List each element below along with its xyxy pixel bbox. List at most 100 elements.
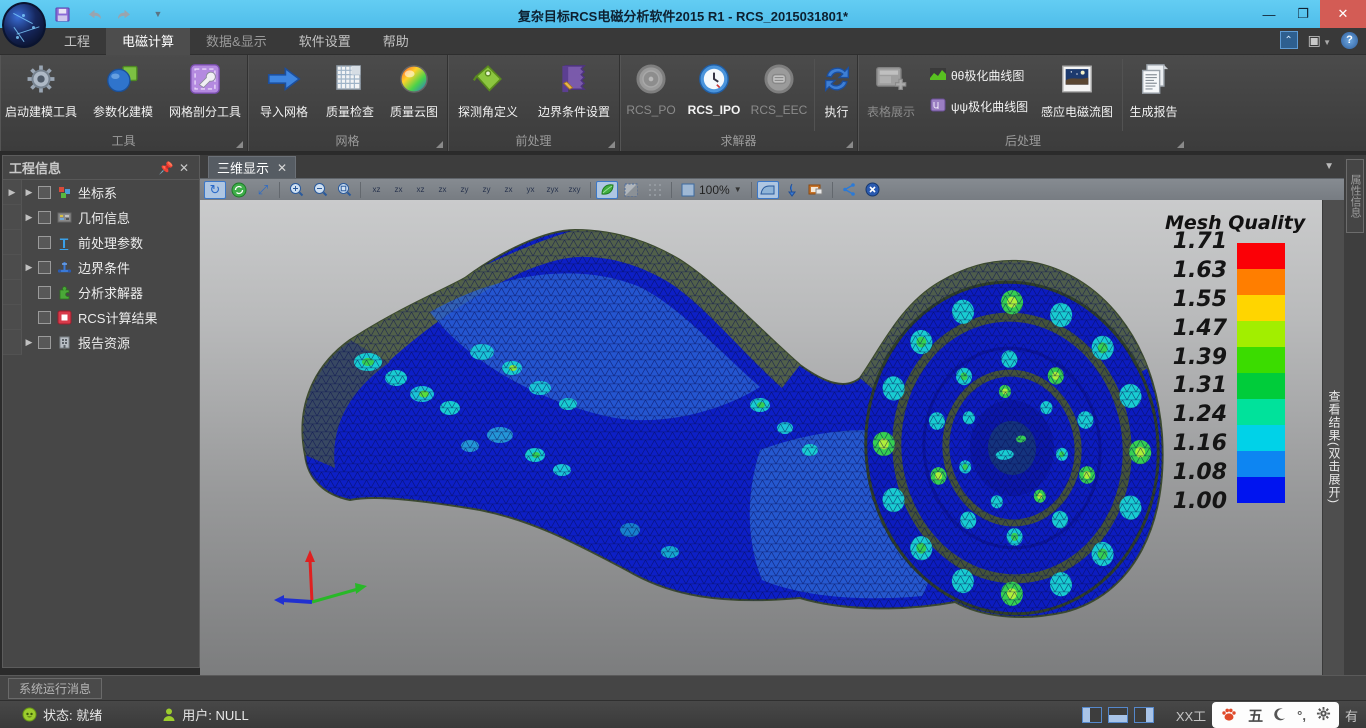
tree-item-rcs-results[interactable]: RCS计算结果	[3, 305, 199, 330]
expand-icon[interactable]: ▶	[22, 337, 36, 348]
axis-view-button-3[interactable]: zx	[432, 181, 453, 199]
axis-view-button-6[interactable]: zx	[498, 181, 519, 199]
psi-polar-curve-button[interactable]: ψψ极化曲线图	[930, 98, 1028, 115]
tree-item-geometry-info[interactable]: ▶ 几何信息	[3, 205, 199, 230]
legend-value: 1.63	[1165, 258, 1227, 284]
smooth-shade-button[interactable]	[596, 181, 618, 199]
axis-view-button-9[interactable]: zxy	[564, 181, 585, 199]
close-view-button[interactable]	[862, 181, 884, 199]
axis-view-button-7[interactable]: yx	[520, 181, 541, 199]
axis-view-button-4[interactable]: zy	[454, 181, 475, 199]
restore-button[interactable]: ❐	[1286, 0, 1320, 28]
parametric-modeling-button[interactable]: 参数化建模	[84, 59, 162, 131]
tree-checkbox[interactable]	[38, 211, 51, 224]
project-tree: ▶ ▶ 坐标系 ▶ 几何信息 T	[3, 180, 199, 355]
capture-window-button[interactable]	[805, 181, 827, 199]
system-messages-tab[interactable]: 系统运行消息	[8, 678, 102, 699]
minimize-button[interactable]: —	[1252, 0, 1286, 28]
project-panel-title: 工程信息	[9, 158, 157, 177]
tab-em-compute[interactable]: 电磁计算	[106, 28, 190, 55]
zoom-level-combo[interactable]: 100% ▼	[677, 183, 746, 197]
tree-checkbox[interactable]	[38, 236, 51, 249]
generate-report-button[interactable]: 生成报告	[1122, 59, 1184, 131]
close-button[interactable]: ✕	[1320, 0, 1366, 28]
report-docs-icon	[1138, 59, 1170, 99]
zoom-out-button[interactable]	[309, 181, 331, 199]
layout-left-panel-button[interactable]	[1082, 707, 1102, 723]
axis-view-button-5[interactable]: zy	[476, 181, 497, 199]
pin-icon[interactable]: 📌	[157, 161, 175, 175]
tab-3d-display[interactable]: 三维显示 ✕	[208, 156, 296, 178]
drop-down-arrow-button[interactable]	[781, 181, 803, 199]
zoom-fit-button[interactable]	[333, 181, 355, 199]
ime-toolbar[interactable]: 五 °,	[1212, 702, 1339, 728]
outer-expand-icon[interactable]: ▶	[5, 187, 19, 198]
execute-button[interactable]: 执行	[814, 59, 858, 131]
spin-tool-button[interactable]	[228, 181, 250, 199]
tab-project[interactable]: 工程	[48, 28, 106, 55]
rotate-tool-button[interactable]: ↻	[204, 181, 226, 199]
axis-view-button-8[interactable]: zyx	[542, 181, 563, 199]
pan-tool-button[interactable]: ⤢	[252, 181, 274, 199]
tree-item-preprocess-params[interactable]: T 前处理参数	[3, 230, 199, 255]
tree-item-analysis-solver[interactable]: 分析求解器	[3, 280, 199, 305]
window-style-icon[interactable]: ▣ ▼	[1308, 32, 1331, 49]
quality-check-button[interactable]: 质量检查	[318, 59, 382, 131]
group-launcher-preprocess[interactable]	[608, 141, 615, 148]
axis-view-button-0[interactable]: xz	[366, 181, 387, 199]
start-modeling-tool-button[interactable]: 启动建模工具	[2, 59, 80, 131]
zoom-in-button[interactable]	[285, 181, 307, 199]
tree-checkbox[interactable]	[38, 336, 51, 349]
share-nodes-button[interactable]	[838, 181, 860, 199]
tree-checkbox[interactable]	[38, 311, 51, 324]
mesh-partition-tool-button[interactable]: 网格剖分工具	[166, 59, 244, 131]
panel-close-icon[interactable]: ✕	[175, 161, 193, 175]
tab-help[interactable]: 帮助	[367, 28, 425, 55]
induced-current-map-button[interactable]: 感应电磁流图	[1036, 59, 1118, 131]
layout-right-panel-button[interactable]	[1134, 707, 1154, 723]
tree-item-boundary-conditions[interactable]: ▶ 边界条件	[3, 255, 199, 280]
tab-list-caret-icon[interactable]: ▼	[1324, 161, 1334, 172]
legend-value: 1.16	[1165, 431, 1227, 457]
tree-checkbox[interactable]	[38, 186, 51, 199]
clip-plane-button[interactable]	[757, 181, 779, 199]
axis-view-button-2[interactable]: xz	[410, 181, 431, 199]
tree-checkbox[interactable]	[38, 261, 51, 274]
help-icon[interactable]: ?	[1341, 32, 1358, 49]
group-launcher-solver[interactable]	[846, 141, 853, 148]
expand-icon[interactable]: ▶	[22, 187, 36, 198]
app-logo-icon[interactable]	[2, 2, 46, 48]
group-launcher-tools[interactable]	[236, 141, 243, 148]
boundary-settings-button[interactable]: 边界条件设置	[530, 59, 618, 131]
expand-icon[interactable]: ▶	[22, 262, 36, 273]
wireframe-button[interactable]	[644, 181, 666, 199]
axis-triad	[274, 550, 367, 605]
theta-polar-curve-button[interactable]: θθ极化曲线图	[930, 67, 1028, 84]
rcs-ipo-button[interactable]: RCS_IPO	[682, 59, 746, 131]
table-display-button[interactable]: 表格展示	[858, 59, 924, 131]
flat-shade-button[interactable]	[620, 181, 642, 199]
group-launcher-postprocess[interactable]	[1177, 141, 1184, 148]
rcs-po-button[interactable]: RCS_PO	[620, 59, 682, 131]
axis-view-button-1[interactable]: zx	[388, 181, 409, 199]
tab-settings[interactable]: 软件设置	[283, 28, 367, 55]
properties-side-tab[interactable]: 属性信息	[1346, 159, 1364, 233]
minimize-ribbon-icon[interactable]: ⌃	[1280, 31, 1298, 49]
quality-contour-button[interactable]: 质量云图	[382, 59, 446, 131]
detect-angle-button[interactable]: 探测角定义	[448, 59, 528, 131]
import-mesh-button[interactable]: 导入网格	[250, 59, 318, 131]
tab-close-icon[interactable]: ✕	[277, 161, 287, 175]
rcs-eec-button[interactable]: RCS_EEC	[746, 59, 812, 131]
tree-checkbox[interactable]	[38, 286, 51, 299]
group-launcher-mesh[interactable]	[436, 141, 443, 148]
tree-item-coordinate-system[interactable]: ▶ ▶ 坐标系	[3, 180, 199, 205]
results-side-tab[interactable]: 查看结果(双击展开)	[1322, 200, 1344, 675]
zoom-caret-icon: ▼	[734, 185, 742, 194]
expand-icon[interactable]: ▶	[22, 212, 36, 223]
layout-bottom-panel-button[interactable]	[1108, 707, 1128, 723]
mesh-sheet-icon	[334, 59, 366, 99]
coordinate-system-icon	[56, 185, 72, 201]
viewport-3d[interactable]: Mesh Quality 1.711.631.551.471.391.311.2…	[200, 200, 1322, 675]
tree-item-report-resources[interactable]: ▶ 报告资源	[3, 330, 199, 355]
tab-data-display[interactable]: 数据&显示	[190, 28, 283, 55]
